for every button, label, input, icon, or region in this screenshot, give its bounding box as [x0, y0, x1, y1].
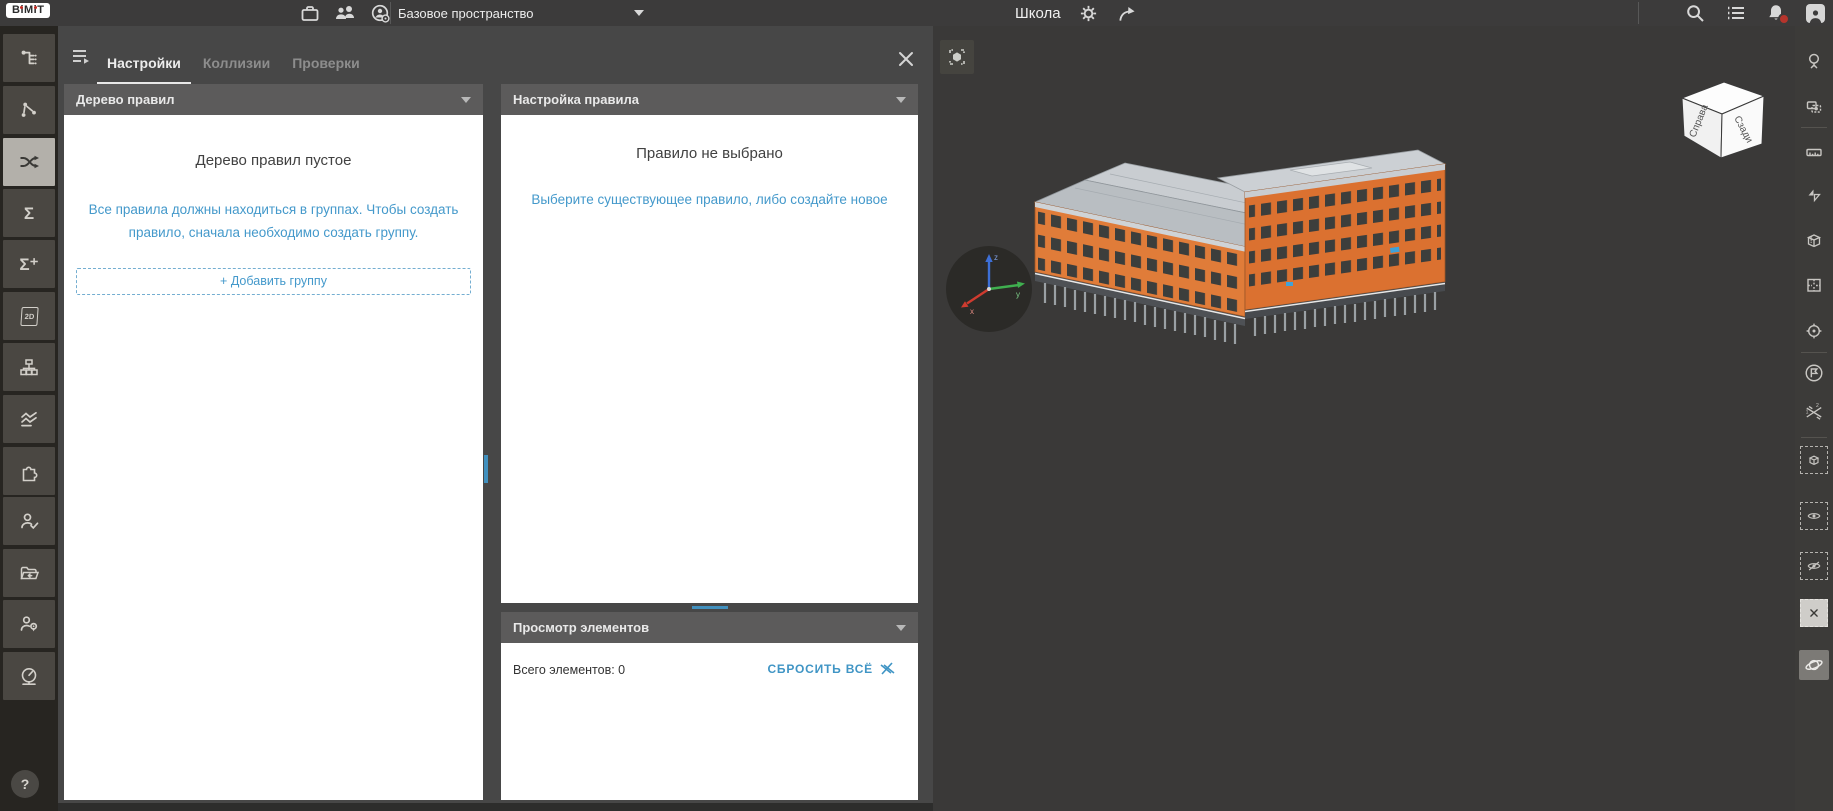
briefcase-icon[interactable] [300, 3, 320, 23]
tool-charts[interactable] [3, 395, 55, 443]
view-locate-target[interactable] [1799, 316, 1829, 346]
close-icon[interactable] [897, 50, 915, 68]
svg-text:1: 1 [1806, 410, 1809, 416]
search-icon[interactable] [1685, 3, 1705, 23]
tool-user-location[interactable] [3, 600, 55, 648]
toolbar-separator [1801, 437, 1827, 438]
settings-gear-icon[interactable] [1079, 4, 1098, 23]
svg-text:x: x [970, 307, 974, 316]
rule-empty-hint: Выберите существующее правило, либо созд… [531, 192, 888, 207]
tab-nastroyki[interactable]: Настройки [97, 55, 191, 84]
right-toolbar: 12 [1795, 26, 1833, 811]
divider-resize-handle[interactable] [691, 606, 728, 609]
topbar-right-tools [1685, 0, 1825, 26]
rule-empty-title: Правило не выбрано [636, 145, 783, 162]
view-show-eye[interactable] [1799, 501, 1829, 531]
view-ruler[interactable] [1799, 137, 1829, 167]
tool-folder-export[interactable] [3, 549, 55, 597]
view-flip-section[interactable] [1799, 180, 1829, 210]
rules-workspace: Настройки Коллизии Проверки Дерево прави… [58, 26, 933, 811]
share-icon[interactable] [1116, 4, 1136, 23]
tab-proverki[interactable]: Проверки [282, 55, 370, 84]
profile-icon[interactable] [1806, 3, 1825, 23]
view-clear-selection[interactable] [1799, 598, 1829, 628]
chevron-down-icon [461, 96, 471, 103]
team-icon[interactable] [334, 3, 356, 23]
rule-settings-header[interactable]: Настройка правила [501, 84, 918, 115]
panel-resize-handle[interactable] [484, 455, 488, 483]
tool-sheet-2d[interactable]: 2D [3, 292, 55, 340]
reset-all-button[interactable]: СБРОСИТЬ ВСЁ [767, 661, 896, 676]
rules-tree-body: Дерево правил пустое Все правила должны … [64, 115, 483, 800]
tool-structure[interactable] [3, 343, 55, 391]
rule-settings-body: Правило не выбрано Выберите существующее… [501, 115, 918, 603]
elements-total: Всего элементов: 0 [513, 663, 626, 677]
panel-menu-icon[interactable] [70, 46, 92, 66]
app-logo: BiMiT [6, 3, 51, 18]
topbar-divider-right [1638, 2, 1639, 24]
workspace-selector[interactable]: Базовое пространство [398, 0, 644, 26]
topbar-left-tools [300, 0, 391, 26]
toolbar-separator [1801, 127, 1827, 128]
view-orbit-sphere[interactable] [1799, 650, 1829, 680]
tool-plugins[interactable] [3, 447, 55, 495]
left-toolbar: Σ Σ⁺ 2D ? [0, 26, 58, 811]
rules-tree-empty-title: Дерево правил пустое [195, 152, 352, 169]
view-hide-eye[interactable] [1799, 551, 1829, 581]
workspace-label: Базовое пространство [398, 5, 534, 21]
elements-view-header[interactable]: Просмотр элементов [501, 612, 918, 643]
viewport-3d[interactable]: Справа Сзади z y x Коллизии (количество:… [933, 26, 1795, 811]
menu-list-icon[interactable] [1725, 3, 1746, 23]
toolbar-separator [1801, 352, 1827, 353]
view-clash-pair[interactable]: 12 [1799, 397, 1829, 427]
building-model [1033, 149, 1447, 344]
tabs: Настройки Коллизии Проверки [96, 55, 371, 84]
view-ghost-box[interactable] [1799, 445, 1829, 475]
bottom-strip [58, 803, 933, 811]
help-button[interactable]: ? [11, 770, 39, 798]
tab-kollizii[interactable]: Коллизии [193, 55, 280, 84]
account-status-icon[interactable] [370, 3, 391, 24]
view-scene-tree[interactable] [1799, 46, 1829, 76]
chevron-down-icon [633, 10, 644, 16]
svg-text:y: y [1016, 290, 1020, 299]
elements-view-body: Всего элементов: 0 СБРОСИТЬ ВСЁ [501, 643, 918, 800]
view-selection-overlap[interactable] [1799, 92, 1829, 122]
rules-tree-empty-hint: Все правила должны находиться в группах.… [88, 202, 459, 240]
tool-user-check[interactable] [3, 497, 55, 545]
notifications-bell-icon[interactable] [1766, 3, 1790, 25]
topbar-divider [390, 2, 391, 24]
tool-sum[interactable]: Σ [3, 189, 55, 237]
rules-tree-header[interactable]: Дерево правил [64, 84, 483, 115]
sheet-2d-icon: 2D [19, 306, 39, 326]
tool-graph-branch[interactable] [3, 86, 55, 134]
svg-text:2: 2 [1816, 403, 1819, 409]
tool-model-tree[interactable] [3, 34, 55, 82]
tool-clash-detection[interactable] [3, 138, 55, 186]
focus-model-button[interactable] [940, 40, 974, 74]
rule-settings-column: Настройка правила Правило не выбрано Выб… [501, 84, 918, 800]
tool-sum-add[interactable]: Σ⁺ [3, 240, 55, 288]
notification-badge [1778, 13, 1790, 25]
tabs-row: Настройки Коллизии Проверки [58, 26, 933, 84]
project-title: Школа [1015, 4, 1061, 22]
rules-tree-panel: Дерево правил Дерево правил пустое Все п… [64, 84, 483, 800]
axis-gizmo[interactable]: z y x [944, 244, 1034, 334]
tool-dashboard[interactable] [3, 652, 55, 700]
chevron-down-icon [896, 96, 906, 103]
top-bar: BiMiT Базовое пространство Школа [0, 0, 1833, 26]
view-floor-plan[interactable] [1799, 270, 1829, 300]
reset-filter-icon [880, 662, 895, 675]
view-section-box[interactable] [1799, 225, 1829, 255]
project-header: Школа [1015, 0, 1136, 26]
bimit-app: BiMiT Базовое пространство Школа Σ Σ⁺ 2D… [0, 0, 1833, 811]
view-flag-issue[interactable] [1799, 358, 1829, 388]
navigation-cube[interactable]: Справа Сзади [1672, 70, 1772, 165]
add-group-button[interactable]: + Добавить группу [76, 267, 471, 295]
chevron-down-icon [896, 624, 906, 631]
elements-view-divider [501, 603, 918, 612]
svg-text:z: z [994, 253, 998, 262]
